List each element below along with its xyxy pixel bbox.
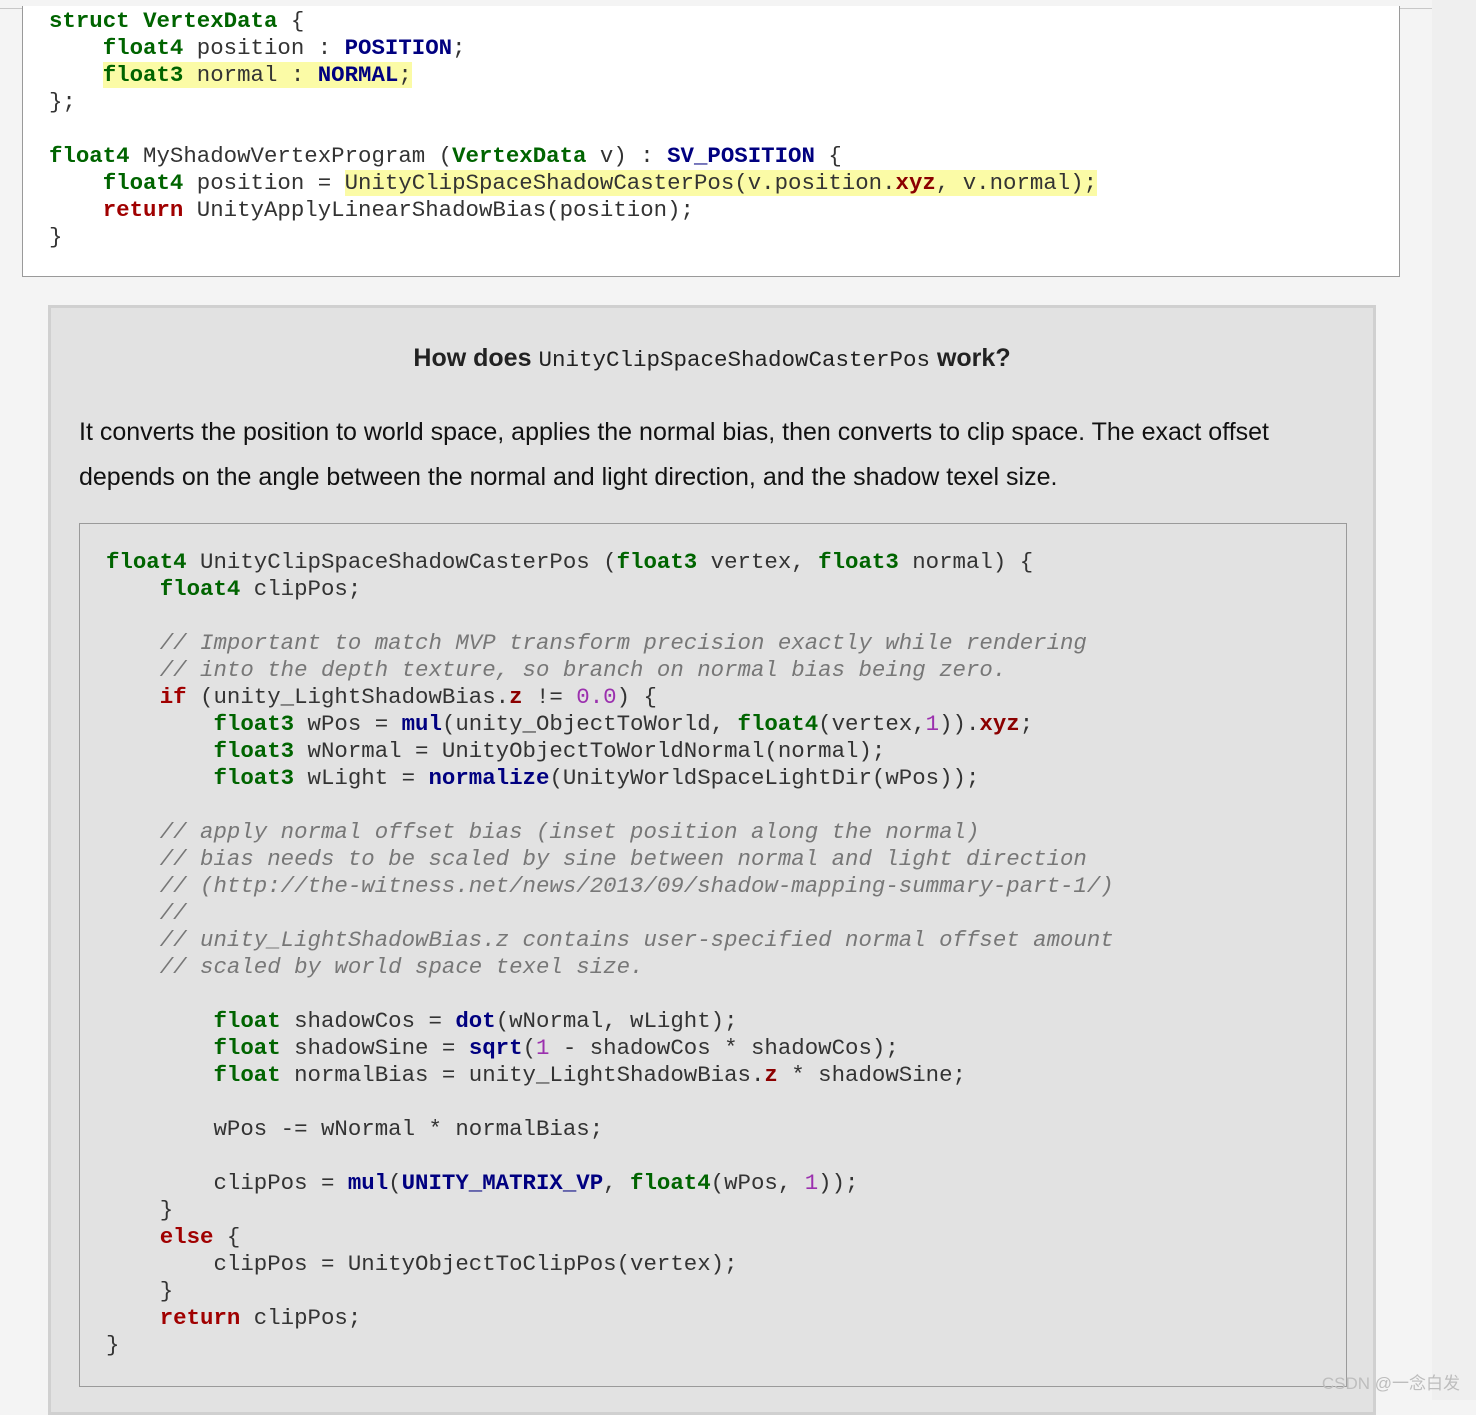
shadow-caster-code-block: float4 UnityClipSpaceShadowCasterPos (fl… [79,523,1347,1387]
note-title: How does UnityClipSpaceShadowCasterPos w… [51,344,1373,373]
watermark: CSDN @一念白发 [1321,1374,1460,1393]
note-paragraph: It converts the position to world space,… [79,418,1270,491]
note-title-after: work? [936,344,1011,372]
vertex-program-code: struct VertexData { float4 position : PO… [49,8,1098,250]
note-title-code: UnityClipSpaceShadowCasterPos [538,347,931,373]
vertex-program-code-block: struct VertexData { float4 position : PO… [22,6,1400,277]
note-title-before: How does [413,344,532,372]
shadow-caster-code: float4 UnityClipSpaceShadowCasterPos (fl… [106,549,1114,1358]
scrollbar-track[interactable] [1432,0,1476,1400]
info-note-box: How does UnityClipSpaceShadowCasterPos w… [48,305,1376,1415]
